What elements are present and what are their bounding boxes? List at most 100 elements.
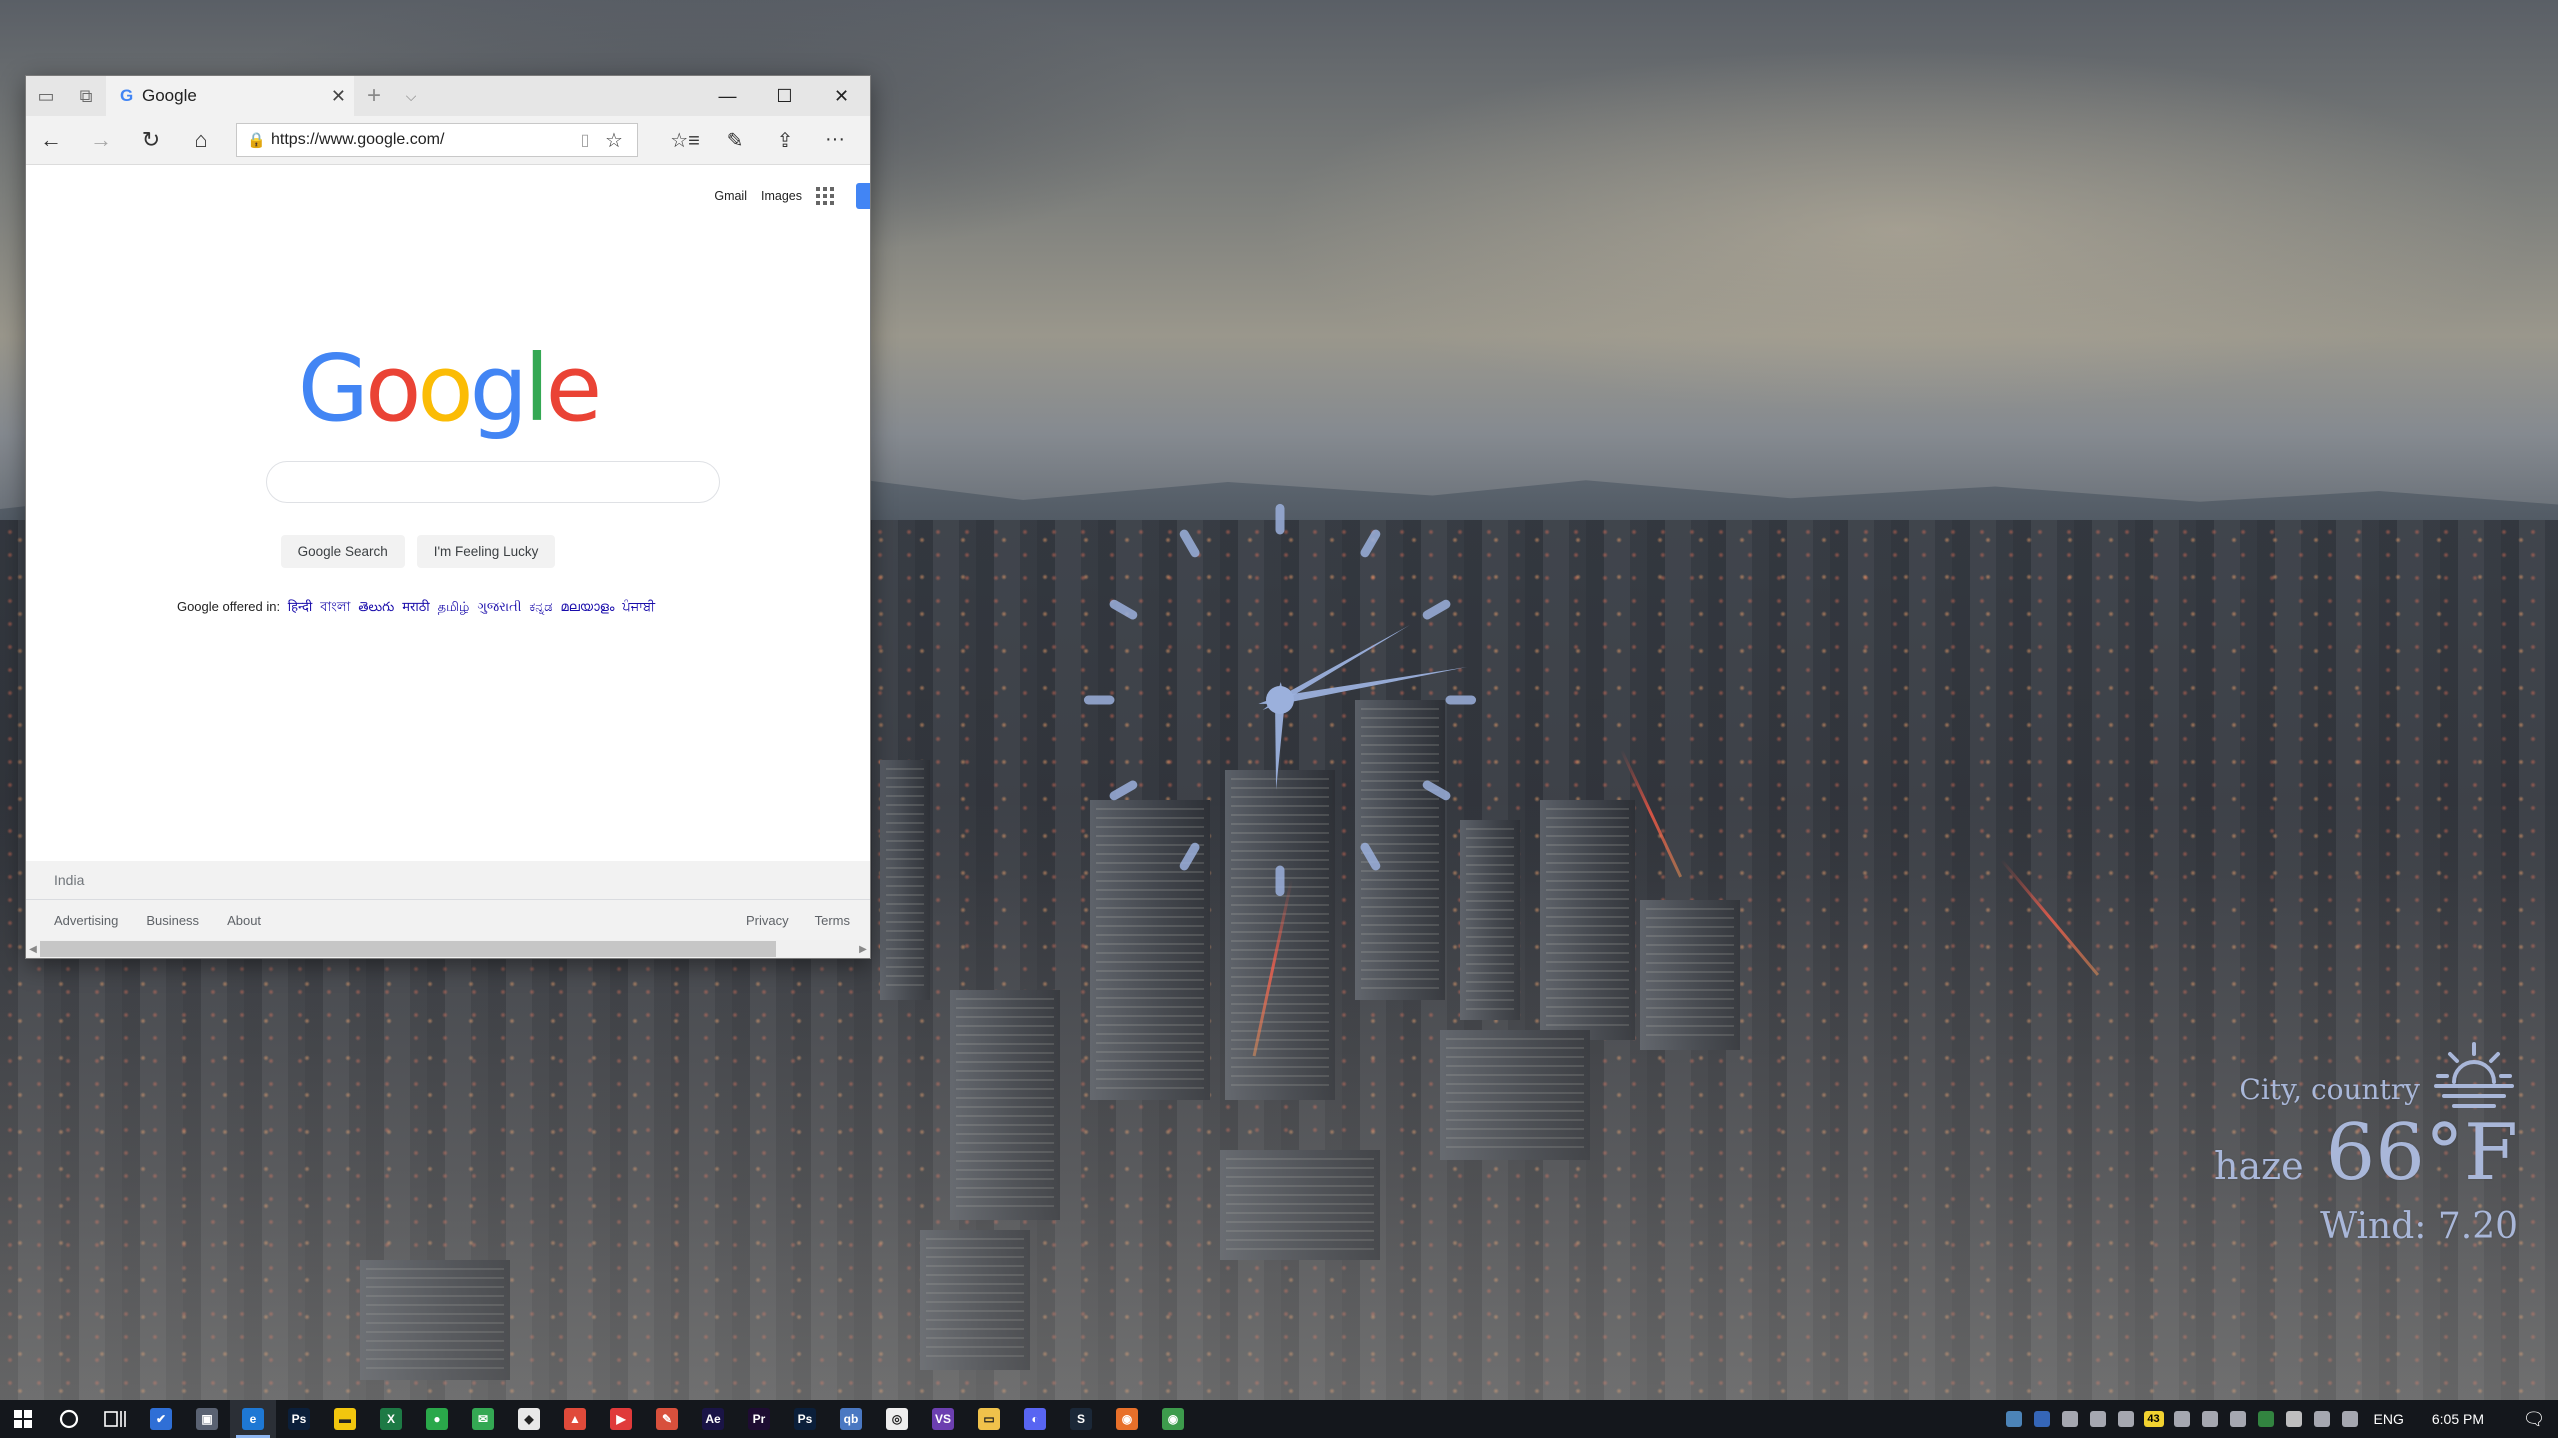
taskbar-steam-button[interactable]: S bbox=[1058, 1400, 1104, 1438]
minimize-button[interactable]: — bbox=[699, 76, 756, 116]
language-link[interactable]: मराठी bbox=[402, 599, 429, 614]
taskbar-todo-button[interactable]: ✔ bbox=[138, 1400, 184, 1438]
taskbar-pencil-button[interactable]: ✎ bbox=[644, 1400, 690, 1438]
feeling-lucky-button[interactable]: I'm Feeling Lucky bbox=[416, 535, 556, 568]
tab-close-icon[interactable]: ✕ bbox=[331, 86, 346, 107]
keyboard-tray-icon[interactable] bbox=[2168, 1400, 2196, 1438]
language-link[interactable]: తెలుగు bbox=[358, 599, 394, 614]
google-apps-icon[interactable] bbox=[816, 187, 834, 205]
start-button[interactable] bbox=[0, 1400, 46, 1438]
battery-tray-icon[interactable] bbox=[2308, 1400, 2336, 1438]
taskbar-edge-button[interactable]: e bbox=[230, 1400, 276, 1438]
sign-in-button[interactable] bbox=[856, 183, 870, 209]
tab-list-chevron-icon[interactable]: ⌵ bbox=[394, 76, 428, 116]
steam-tray-tray-icon[interactable] bbox=[2112, 1400, 2140, 1438]
horizontal-scrollbar[interactable]: ◀ ▶ bbox=[26, 940, 870, 958]
pen-tray-icon[interactable] bbox=[2336, 1400, 2364, 1438]
language-link[interactable]: தமிழ் bbox=[438, 599, 470, 614]
system-clock[interactable]: 6:05 PM bbox=[2420, 1411, 2510, 1427]
favorites-hub-icon[interactable]: ☆≡ bbox=[660, 128, 710, 153]
taskbar-sticky-notes-button[interactable]: ▬ bbox=[322, 1400, 368, 1438]
clock-tick bbox=[1360, 842, 1381, 871]
clock-tick bbox=[1109, 780, 1138, 801]
clock-center bbox=[1266, 686, 1294, 714]
defender-tray-icon[interactable] bbox=[2280, 1400, 2308, 1438]
maximize-button[interactable]: ☐ bbox=[756, 76, 813, 116]
more-options-icon[interactable]: ··· bbox=[810, 128, 860, 153]
taskbar-file-explorer-button[interactable]: ▭ bbox=[966, 1400, 1012, 1438]
edge-browser-window[interactable]: ▭ ⧉ G Google ✕ + ⌵ — ☐ ✕ ← → ↻ ⌂ 🔒 https… bbox=[26, 76, 870, 958]
taskbar-android-button[interactable]: ◆ bbox=[506, 1400, 552, 1438]
language-link[interactable]: বাংলা bbox=[320, 599, 350, 614]
taskbar-chat-button[interactable]: ● bbox=[414, 1400, 460, 1438]
tray-badge: 43 bbox=[2143, 1411, 2164, 1427]
gmail-link[interactable]: Gmail bbox=[714, 189, 747, 203]
advertising-link[interactable]: Advertising bbox=[54, 913, 118, 928]
tabs-preview-icon[interactable]: ⧉ bbox=[66, 76, 106, 116]
flag-tray-icon[interactable] bbox=[2252, 1400, 2280, 1438]
edge-icon: e bbox=[242, 1408, 264, 1430]
new-tab-button[interactable]: + bbox=[354, 76, 394, 116]
network-tray-icon[interactable] bbox=[2196, 1400, 2224, 1438]
home-button[interactable]: ⌂ bbox=[176, 127, 226, 153]
task-view-icon bbox=[104, 1411, 126, 1427]
tab-google[interactable]: G Google ✕ bbox=[106, 76, 354, 116]
action-center-icon[interactable]: 🗨 bbox=[2510, 1409, 2558, 1430]
set-tabs-aside-icon[interactable]: ▭ bbox=[26, 76, 66, 116]
weather-location: City, country bbox=[2239, 1073, 2420, 1106]
taskbar-after-effects-button[interactable]: Ae bbox=[690, 1400, 736, 1438]
malwarebytes-tray-icon[interactable] bbox=[2028, 1400, 2056, 1438]
taskbar-obs-button[interactable]: ◎ bbox=[874, 1400, 920, 1438]
taskbar-photoshop-2-button[interactable]: Ps bbox=[782, 1400, 828, 1438]
volume-tray-icon[interactable] bbox=[2224, 1400, 2252, 1438]
counter-43-tray-icon[interactable]: 43 bbox=[2140, 1400, 2168, 1438]
reading-view-icon[interactable]: ▯ bbox=[569, 130, 601, 150]
taskbar-photoshop-button[interactable]: Ps bbox=[276, 1400, 322, 1438]
url-text[interactable]: https://www.google.com/ bbox=[271, 131, 569, 149]
language-link[interactable]: ગુજરાતી bbox=[477, 599, 521, 614]
business-link[interactable]: Business bbox=[146, 913, 199, 928]
taskbar-store-button[interactable]: ▣ bbox=[184, 1400, 230, 1438]
visual-studio-icon: VS bbox=[932, 1408, 954, 1430]
taskbar-visual-studio-button[interactable]: VS bbox=[920, 1400, 966, 1438]
task-view-button[interactable] bbox=[92, 1400, 138, 1438]
forward-button[interactable]: → bbox=[76, 127, 126, 153]
images-link[interactable]: Images bbox=[761, 189, 802, 203]
scroll-right-icon[interactable]: ▶ bbox=[856, 944, 870, 955]
lock-icon: 🔒 bbox=[247, 132, 266, 149]
vs-tray-tray-icon[interactable] bbox=[2084, 1400, 2112, 1438]
input-language[interactable]: ENG bbox=[2364, 1411, 2420, 1427]
close-window-button[interactable]: ✕ bbox=[813, 76, 870, 116]
terms-link[interactable]: Terms bbox=[815, 913, 850, 928]
share-icon[interactable]: ⇪ bbox=[760, 128, 810, 153]
cortana-search-button[interactable] bbox=[46, 1400, 92, 1438]
taskbar-firefox-button[interactable]: ◉ bbox=[1104, 1400, 1150, 1438]
taskbar-media-button[interactable]: ▶ bbox=[598, 1400, 644, 1438]
taskbar-premiere-button[interactable]: Pr bbox=[736, 1400, 782, 1438]
taskbar-mail-button[interactable]: ✉ bbox=[460, 1400, 506, 1438]
taskbar-popcorn-button[interactable]: ▲ bbox=[552, 1400, 598, 1438]
google-search-input[interactable] bbox=[266, 461, 720, 503]
taskbar-excel-button[interactable]: X bbox=[368, 1400, 414, 1438]
privacy-link[interactable]: Privacy bbox=[746, 913, 789, 928]
taskbar-qbittorrent-button[interactable]: qb bbox=[828, 1400, 874, 1438]
discord-tray-tray-icon[interactable] bbox=[2056, 1400, 2084, 1438]
taskbar-discord-button[interactable]: ◐ bbox=[1012, 1400, 1058, 1438]
add-favorite-icon[interactable]: ☆ bbox=[601, 128, 627, 153]
back-button[interactable]: ← bbox=[26, 127, 76, 153]
refresh-button[interactable]: ↻ bbox=[126, 127, 176, 153]
language-link[interactable]: हिन्दी bbox=[288, 599, 313, 614]
discord-icon: ◐ bbox=[1024, 1408, 1046, 1430]
about-link[interactable]: About bbox=[227, 913, 261, 928]
google-search-button[interactable]: Google Search bbox=[280, 535, 405, 568]
language-link[interactable]: മലയാളം bbox=[561, 599, 615, 614]
title-bar[interactable]: ▭ ⧉ G Google ✕ + ⌵ — ☐ ✕ bbox=[26, 76, 870, 116]
web-notes-icon[interactable]: ✎ bbox=[710, 128, 760, 153]
address-bar[interactable]: 🔒 https://www.google.com/ ▯ ☆ bbox=[236, 123, 638, 157]
language-link[interactable]: ಕನ್ನಡ bbox=[529, 599, 552, 614]
scroll-left-icon[interactable]: ◀ bbox=[26, 944, 40, 955]
scrollbar-thumb[interactable] bbox=[40, 941, 776, 957]
photos-tray-icon[interactable] bbox=[2000, 1400, 2028, 1438]
taskbar-chrome-button[interactable]: ◉ bbox=[1150, 1400, 1196, 1438]
language-link[interactable]: ਪੰਜਾਬੀ bbox=[622, 599, 655, 614]
